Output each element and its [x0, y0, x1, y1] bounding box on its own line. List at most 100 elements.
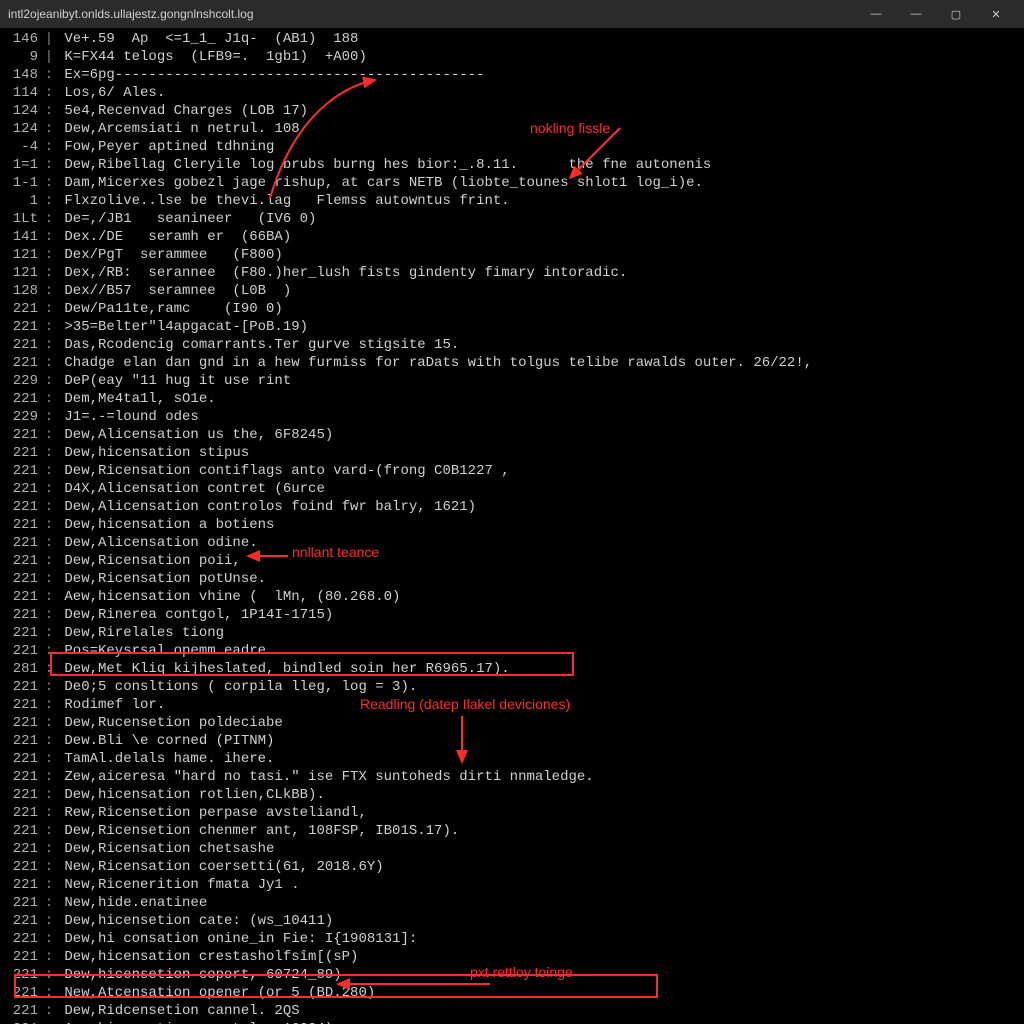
- line-text: Dew,Alicensation us the, 6F8245): [56, 426, 333, 444]
- log-line: 1Lt: De=,/JB1 seanineer (IV6 0): [4, 210, 1020, 228]
- line-text: Dew,hicensetion cate: (ws_10411): [56, 912, 333, 930]
- log-line: 128: Dex//B57 seramnee (L0B ): [4, 282, 1020, 300]
- line-text: New,hide.enatinee: [56, 894, 207, 912]
- line-number: 221: [4, 624, 42, 642]
- log-line: 221: Dew,Rirelales tiong: [4, 624, 1020, 642]
- log-line: 221: De0;5 consltions ( corpila lleg, lo…: [4, 678, 1020, 696]
- line-text: >35=Belter"l4apgacat-[PoB.19): [56, 318, 308, 336]
- line-number: 221: [4, 480, 42, 498]
- log-line: 221: New,Ricenerition fmata Jy1 .: [4, 876, 1020, 894]
- line-number: 229: [4, 372, 42, 390]
- line-number: 221: [4, 858, 42, 876]
- log-line: 221: Dew,Alicensation odine.: [4, 534, 1020, 552]
- line-separator: :: [42, 426, 56, 444]
- line-text: Rodimef lor.: [56, 696, 165, 714]
- line-separator: :: [42, 318, 56, 336]
- line-separator: :: [42, 750, 56, 768]
- line-text: Flxzolive..lse be thevi.lag Flemss autow…: [56, 192, 510, 210]
- line-text: Pos=Keysrsal opemm eadre: [56, 642, 266, 660]
- line-number: 221: [4, 336, 42, 354]
- line-text: Zew,aiceresa "hard no tasi." ise FTX sun…: [56, 768, 594, 786]
- line-number: 221: [4, 516, 42, 534]
- line-number: 146: [4, 30, 42, 48]
- line-number: 141: [4, 228, 42, 246]
- line-number: 221: [4, 606, 42, 624]
- log-line: 281: Dew,Met Kliq kijheslated, bindled s…: [4, 660, 1020, 678]
- minimize-extra-button[interactable]: —: [856, 0, 896, 28]
- line-number: -4: [4, 138, 42, 156]
- log-line: 221: Dew,hicensetion cate: (ws_10411): [4, 912, 1020, 930]
- minimize-button[interactable]: —: [896, 0, 936, 28]
- line-separator: :: [42, 516, 56, 534]
- line-text: Dew,Rirelales tiong: [56, 624, 224, 642]
- maximize-button[interactable]: ▢: [936, 0, 976, 28]
- line-text: Das,Rcodencig comarrants.Ter gurve stigs…: [56, 336, 459, 354]
- line-number: 9: [4, 48, 42, 66]
- line-number: 221: [4, 876, 42, 894]
- line-text: Los,6/ Ales.: [56, 84, 165, 102]
- line-text: Dew,Arcemsiati n netrul. 108: [56, 120, 300, 138]
- line-text: 5e4,Recenvad Charges (LOB 17): [56, 102, 308, 120]
- log-line: 121: Dex/PgT serammee (F800): [4, 246, 1020, 264]
- line-number: 221: [4, 714, 42, 732]
- log-line: 1-1: Dam,Micerxes gobezl jage rishup, at…: [4, 174, 1020, 192]
- log-line: 148: Ex=6pg-----------------------------…: [4, 66, 1020, 84]
- log-line: 1: Flxzolive..lse be thevi.lag Flemss au…: [4, 192, 1020, 210]
- log-line: 221: Rodimef lor.: [4, 696, 1020, 714]
- line-number: 221: [4, 948, 42, 966]
- line-separator: :: [42, 858, 56, 876]
- line-number: 121: [4, 264, 42, 282]
- line-text: Dew,hicensation a botiens: [56, 516, 274, 534]
- line-separator: :: [42, 138, 56, 156]
- line-separator: :: [42, 930, 56, 948]
- line-separator: :: [42, 660, 56, 678]
- line-separator: :: [42, 102, 56, 120]
- line-number: 221: [4, 444, 42, 462]
- line-separator: :: [42, 714, 56, 732]
- line-text: Dew,Ricensation poii,: [56, 552, 241, 570]
- log-line: 221: Dew,hicensation stipus: [4, 444, 1020, 462]
- line-text: Dew,Met Kliq kijheslated, bindled soin h…: [56, 660, 510, 678]
- line-separator: :: [42, 552, 56, 570]
- line-text: Dex./DE seramh er (66BA): [56, 228, 291, 246]
- log-line: 221: New,Atcensation opener (or_5 (BD.28…: [4, 984, 1020, 1002]
- line-text: Dem,Me4ta1l, sO1e.: [56, 390, 216, 408]
- line-number: 114: [4, 84, 42, 102]
- line-number: 221: [4, 300, 42, 318]
- log-line: 9| K=FX44 telogs (LFB9=. 1gb1) +A00): [4, 48, 1020, 66]
- line-text: Dew.Bli \e corned (PITNM): [56, 732, 274, 750]
- line-text: Dew,Alicensation controlos foind fwr bal…: [56, 498, 476, 516]
- log-line: 221: New,hide.enatinee: [4, 894, 1020, 912]
- line-number: 121: [4, 246, 42, 264]
- line-separator: :: [42, 210, 56, 228]
- line-separator: :: [42, 246, 56, 264]
- line-separator: :: [42, 84, 56, 102]
- line-separator: :: [42, 174, 56, 192]
- line-text: Dew,hicensation rotlien,CLkBB).: [56, 786, 325, 804]
- log-line: 221: >35=Belter"l4apgacat-[PoB.19): [4, 318, 1020, 336]
- line-number: 221: [4, 840, 42, 858]
- line-number: 221: [4, 984, 42, 1002]
- line-text: Aew,hicensation vhine ( lMn, (80.268.0): [56, 588, 400, 606]
- terminal-output: 146| Ve+.59 Ap <=1_1_ J1q- (AB1) 188 9| …: [0, 28, 1024, 1024]
- line-text: Dew,hi consation onine_in Fie: I{1908131…: [56, 930, 417, 948]
- line-number: 148: [4, 66, 42, 84]
- log-line: 1=1: Dew,Ribellag Cleryile log brubs bur…: [4, 156, 1020, 174]
- line-separator: :: [42, 642, 56, 660]
- line-separator: :: [42, 192, 56, 210]
- line-separator: :: [42, 876, 56, 894]
- log-line: 221: Dem,Me4ta1l, sO1e.: [4, 390, 1020, 408]
- line-number: 1: [4, 192, 42, 210]
- line-number: 221: [4, 786, 42, 804]
- line-separator: :: [42, 948, 56, 966]
- line-text: Dew,Ridcensetion cannel. 2QS: [56, 1002, 300, 1020]
- line-text: Dew,Rucensetion poldeciabe: [56, 714, 283, 732]
- line-separator: :: [42, 696, 56, 714]
- line-separator: :: [42, 822, 56, 840]
- line-number: 221: [4, 318, 42, 336]
- line-number: 221: [4, 912, 42, 930]
- line-number: 221: [4, 1020, 42, 1024]
- close-button[interactable]: ✕: [976, 0, 1016, 28]
- line-text: DeP(eay "11 hug it use rint: [56, 372, 291, 390]
- line-separator: :: [42, 984, 56, 1002]
